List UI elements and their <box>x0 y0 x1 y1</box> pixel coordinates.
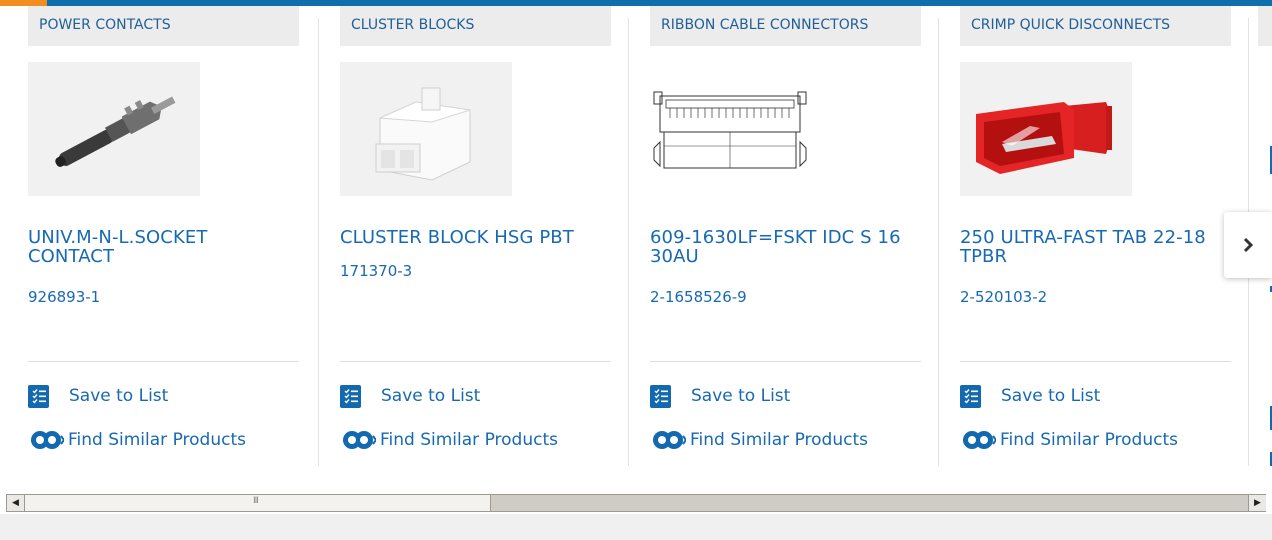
save-label: Save to List <box>381 386 481 406</box>
card-divider <box>28 361 299 362</box>
product-card: POWER CONTACTS UNIV.M-N-L.SOCKET CONTACT… <box>28 6 299 466</box>
save-to-list-button[interactable]: Save to List <box>340 382 480 410</box>
scroll-right-button[interactable]: ▶ <box>1248 495 1266 511</box>
category-header[interactable]: POWER CONTACTS <box>28 6 299 46</box>
find-similar-gear-icon <box>340 428 376 452</box>
part-number[interactable]: 926893-1 <box>28 288 100 306</box>
card-separator <box>938 18 939 466</box>
horizontal-scrollbar[interactable]: ◀ III ▶ <box>6 494 1266 512</box>
find-label: Find Similar Products <box>68 430 246 450</box>
find-similar-button[interactable]: Find Similar Products <box>340 426 558 454</box>
scrollbar-thumb[interactable]: III <box>24 495 491 511</box>
scrollbar-grip: III <box>253 496 259 506</box>
carousel-next-button[interactable] <box>1224 212 1272 278</box>
part-number[interactable]: 2-520103-2 <box>960 288 1047 306</box>
left-arrow-icon: ◀ <box>12 498 19 508</box>
category-header[interactable]: CLUSTER BLOCKS <box>340 6 611 46</box>
product-carousel: POWER CONTACTS UNIV.M-N-L.SOCKET CONTACT… <box>0 6 1272 468</box>
chevron-right-icon <box>1243 237 1254 253</box>
scrollbar-track[interactable] <box>491 495 1248 511</box>
find-similar-gear-icon <box>960 428 996 452</box>
product-image[interactable] <box>960 62 1132 196</box>
partial-category-header <box>1258 6 1272 46</box>
find-similar-gear-icon <box>650 428 686 452</box>
find-label: Find Similar Products <box>690 430 868 450</box>
product-name[interactable]: CLUSTER BLOCK HSG PBT <box>340 228 611 247</box>
card-divider <box>960 361 1231 362</box>
product-image[interactable] <box>340 62 512 196</box>
find-similar-button[interactable]: Find Similar Products <box>28 426 246 454</box>
scroll-left-button[interactable]: ◀ <box>7 495 25 511</box>
save-to-list-button[interactable]: Save to List <box>28 382 168 410</box>
product-name[interactable]: 250 ULTRA-FAST TAB 22-18 TPBR <box>960 228 1231 266</box>
card-divider <box>340 361 611 362</box>
find-similar-button[interactable]: Find Similar Products <box>650 426 868 454</box>
part-number[interactable]: 2-1658526-9 <box>650 288 747 306</box>
checklist-icon <box>960 384 981 408</box>
checklist-icon <box>340 384 361 408</box>
card-separator <box>318 18 319 466</box>
right-arrow-icon: ▶ <box>1254 498 1261 508</box>
product-image[interactable] <box>650 62 822 196</box>
save-label: Save to List <box>691 386 791 406</box>
find-label: Find Similar Products <box>1000 430 1178 450</box>
product-name[interactable]: UNIV.M-N-L.SOCKET CONTACT <box>28 228 299 266</box>
save-to-list-button[interactable]: Save to List <box>650 382 790 410</box>
save-label: Save to List <box>1001 386 1101 406</box>
product-card: RIBBON CABLE CONNECTORS 609-1630LF=FSKT … <box>650 6 921 466</box>
product-card: CRIMP QUICK DISCONNECTS 250 ULTRA-FAST T… <box>960 6 1231 466</box>
save-label: Save to List <box>69 386 169 406</box>
save-to-list-button[interactable]: Save to List <box>960 382 1100 410</box>
category-header[interactable]: CRIMP QUICK DISCONNECTS <box>960 6 1231 46</box>
footer-area <box>0 514 1272 540</box>
card-separator <box>628 18 629 466</box>
find-similar-gear-icon <box>28 428 64 452</box>
category-header[interactable]: RIBBON CABLE CONNECTORS <box>650 6 921 46</box>
part-number[interactable]: 171370-3 <box>340 262 412 280</box>
checklist-icon <box>28 384 49 408</box>
product-name[interactable]: 609-1630LF=FSKT IDC S 16 30AU <box>650 228 921 266</box>
find-similar-button[interactable]: Find Similar Products <box>960 426 1178 454</box>
card-divider <box>650 361 921 362</box>
product-image[interactable] <box>28 62 200 196</box>
product-card: CLUSTER BLOCKS CLUSTER BLOCK HSG PBT 171… <box>340 6 611 466</box>
find-label: Find Similar Products <box>380 430 558 450</box>
checklist-icon <box>650 384 671 408</box>
